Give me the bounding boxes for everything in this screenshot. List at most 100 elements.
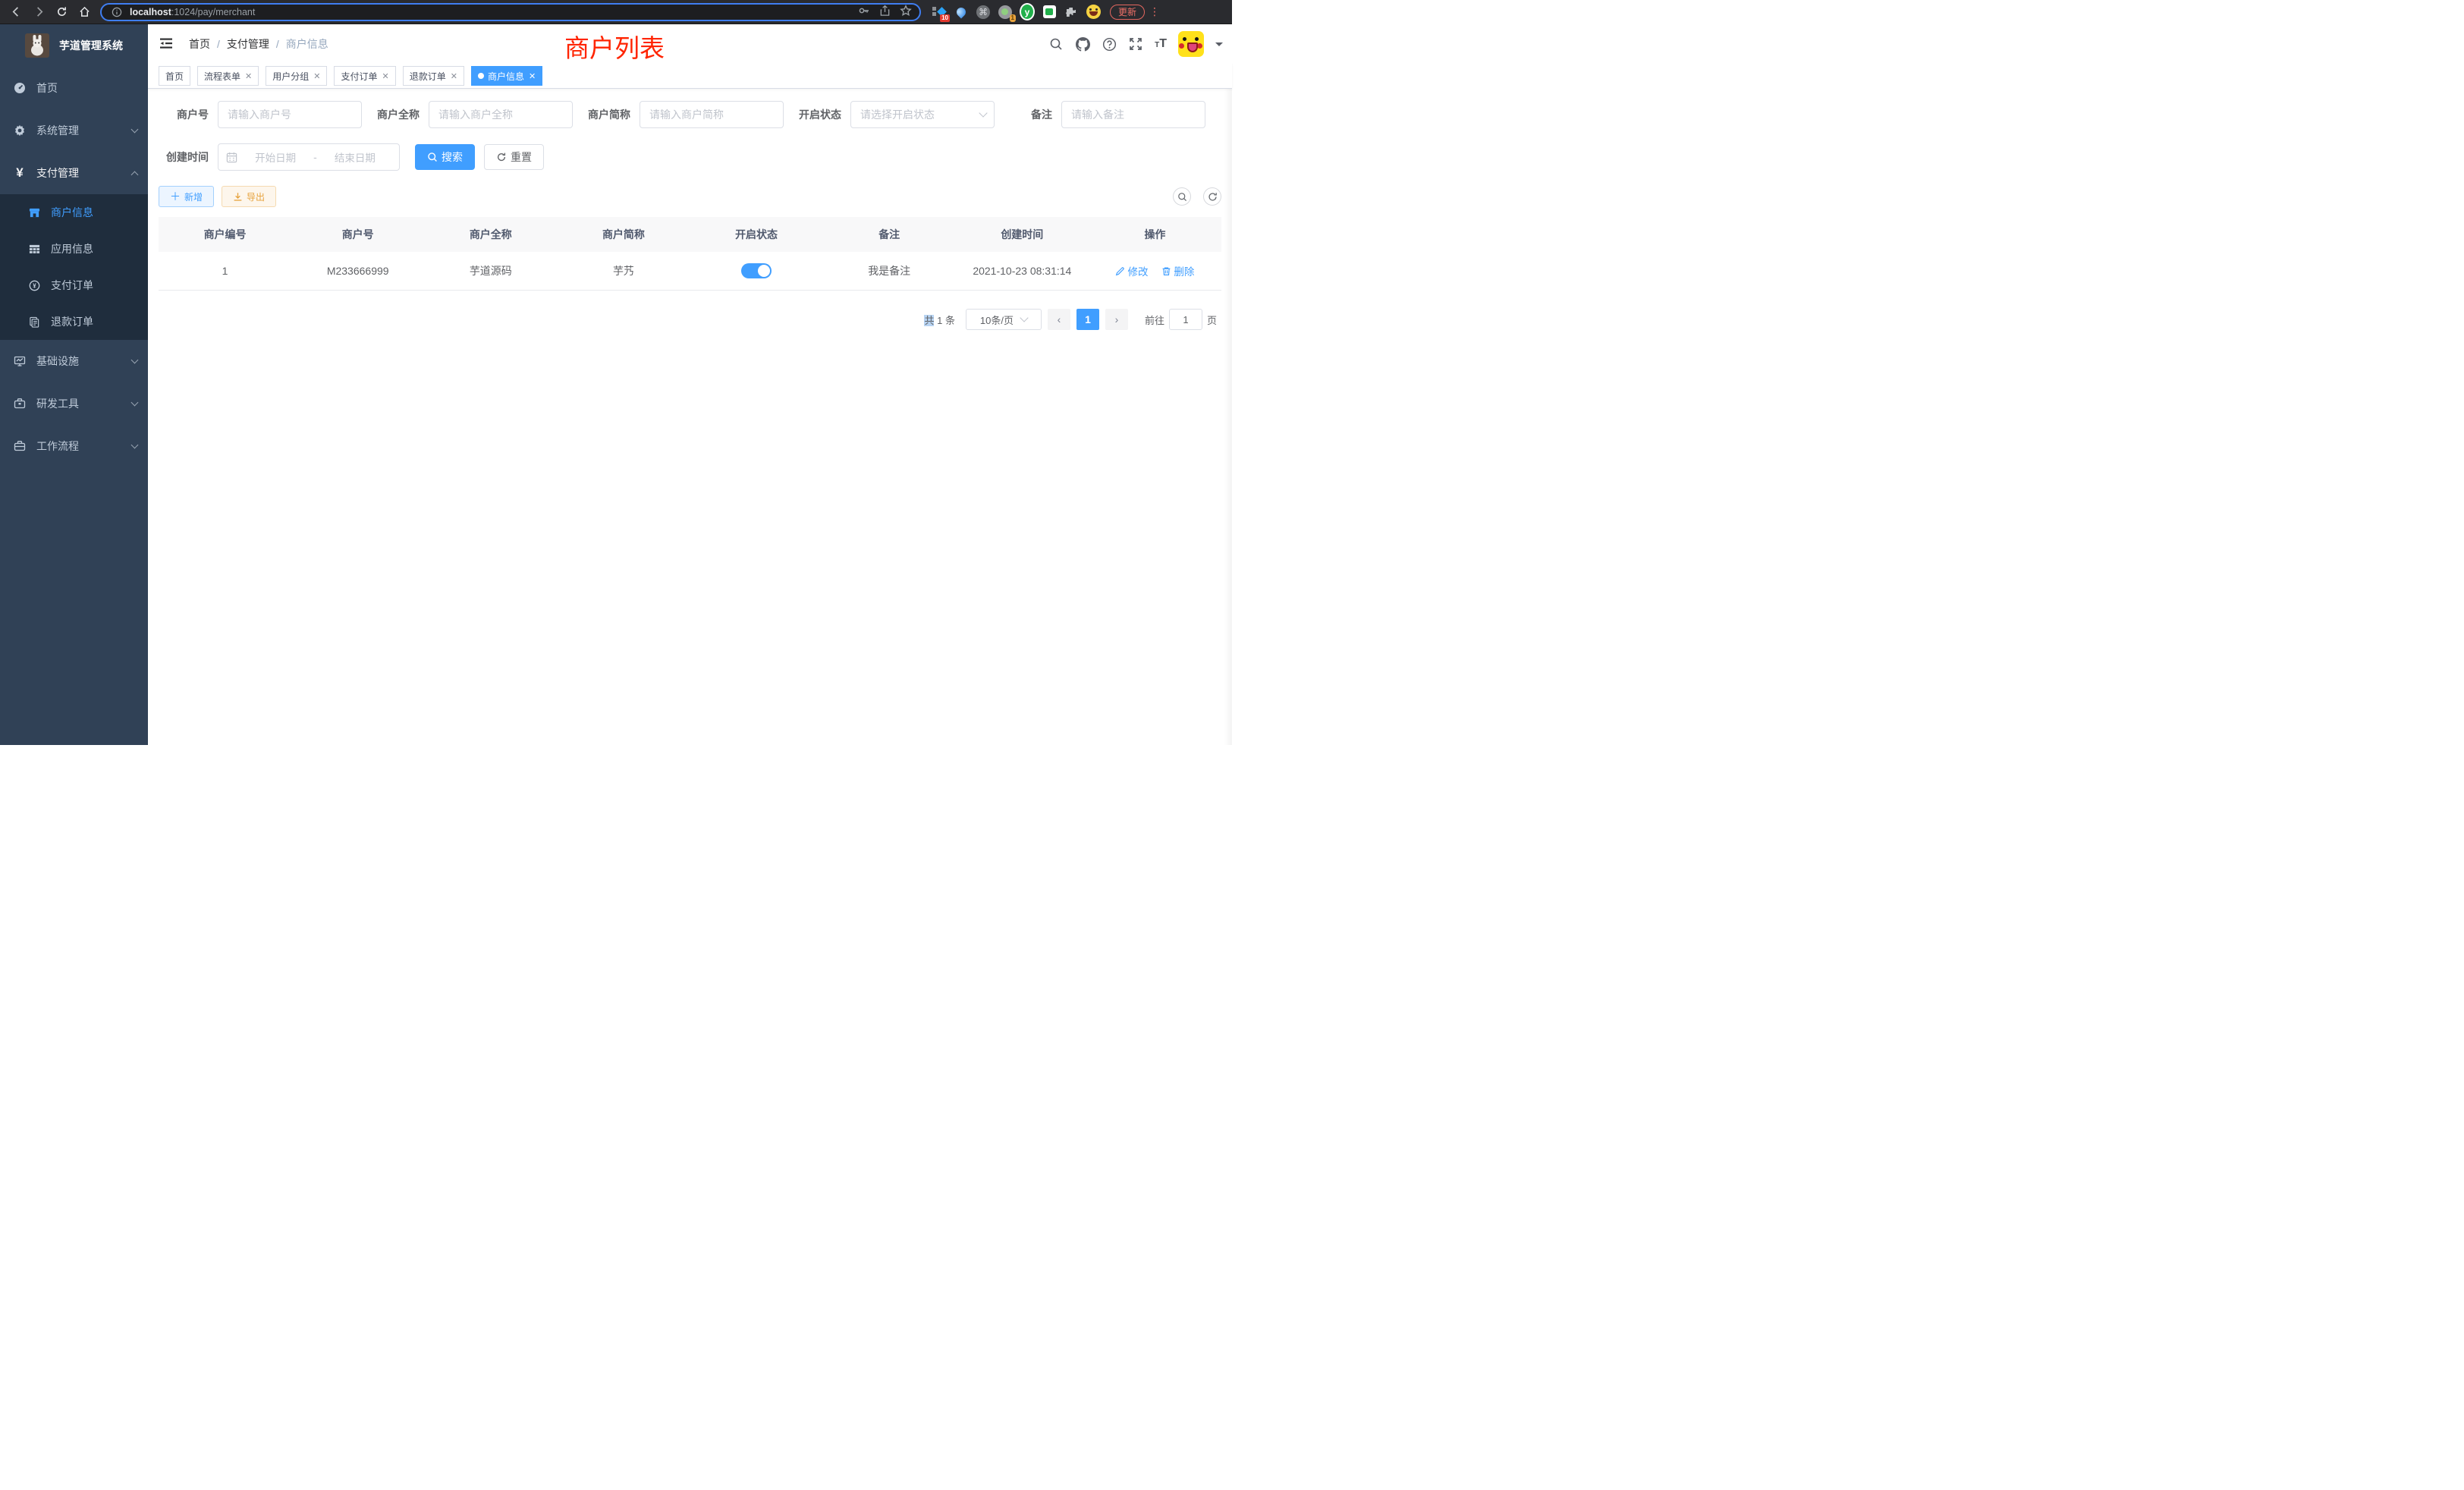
password-key-icon[interactable] <box>858 5 870 19</box>
sidebar-item-merchant-info[interactable]: 商户信息 <box>0 194 148 231</box>
tab-user-group[interactable]: 用户分组✕ <box>266 66 327 86</box>
next-page-button[interactable]: › <box>1105 309 1128 330</box>
close-icon[interactable]: ✕ <box>313 71 320 81</box>
font-size-icon[interactable]: TT <box>1155 37 1167 51</box>
prev-page-button[interactable]: ‹ <box>1048 309 1070 330</box>
sidebar-item-refund-order[interactable]: 退款订单 <box>0 303 148 340</box>
status-placeholder: 请选择开启状态 <box>860 107 980 122</box>
reset-button-label: 重置 <box>511 149 532 165</box>
breadcrumb-current: 商户信息 <box>286 36 328 52</box>
sidebar-item-app-info[interactable]: 应用信息 <box>0 231 148 267</box>
sidebar-item-workflow[interactable]: 工作流程 <box>0 425 148 467</box>
sidebar-collapse-icon[interactable] <box>156 33 177 56</box>
logo-image <box>25 33 49 58</box>
extension-proxy-icon[interactable]: 1 <box>998 5 1013 20</box>
delete-label: 删除 <box>1174 263 1194 278</box>
github-icon[interactable] <box>1075 36 1090 52</box>
briefcase-icon <box>14 440 26 452</box>
app-title: 芋道管理系统 <box>59 38 123 53</box>
filter-row-1: 商户号 商户全称 商户简称 开启状态 请选择开启状态 备注 <box>159 101 1221 128</box>
bookmark-star-icon[interactable] <box>900 5 912 19</box>
extensions-puzzle-icon[interactable] <box>1064 5 1079 20</box>
fullscreen-icon[interactable] <box>1128 36 1143 52</box>
extension-command-icon[interactable]: ⌘ <box>976 5 991 20</box>
chevron-down-icon <box>131 399 139 407</box>
date-range-picker[interactable]: 开始日期 - 结束日期 <box>218 143 400 171</box>
search-icon[interactable] <box>1048 36 1064 52</box>
delete-button[interactable]: 删除 <box>1161 263 1194 278</box>
total-value: 1 <box>934 315 944 326</box>
sidebar-item-home[interactable]: 首页 <box>0 67 148 109</box>
avatar-caret-icon[interactable] <box>1215 42 1223 50</box>
page-1-button[interactable]: 1 <box>1076 309 1099 330</box>
chrome-update-button[interactable]: 更新 <box>1110 5 1145 20</box>
forward-icon[interactable] <box>29 2 49 22</box>
home-icon[interactable] <box>74 2 94 22</box>
site-info-icon[interactable] <box>109 5 124 20</box>
export-button[interactable]: 导出 <box>222 186 276 207</box>
sidebar-item-infrastructure[interactable]: 基础设施 <box>0 340 148 382</box>
user-avatar[interactable] <box>1178 31 1204 57</box>
merchant-table: 商户编号 商户号 商户全称 商户简称 开启状态 备注 创建时间 操作 1 M23… <box>159 217 1221 291</box>
profile-avatar-icon[interactable] <box>1086 5 1101 20</box>
pencil-icon <box>1115 266 1125 276</box>
add-button-label: 新增 <box>184 190 203 203</box>
tab-process-form[interactable]: 流程表单 ✕ <box>197 66 259 86</box>
tags-bar: 首页 流程表单 ✕ 用户分组✕ 支付订单✕ 退款订单✕ 商户信息 ✕ <box>148 64 1232 89</box>
export-button-label: 导出 <box>247 190 265 203</box>
status-select[interactable]: 请选择开启状态 <box>850 101 995 128</box>
url-bar[interactable]: localhost:1024/pay/merchant <box>100 3 921 21</box>
sidebar-item-label: 应用信息 <box>51 241 93 256</box>
sidebar-item-system[interactable]: 系统管理 <box>0 109 148 152</box>
share-icon[interactable] <box>879 5 891 19</box>
reload-icon[interactable] <box>52 2 71 22</box>
close-icon[interactable]: ✕ <box>245 71 252 81</box>
toolbox-icon <box>14 398 26 410</box>
merchant-no-input[interactable] <box>218 101 362 128</box>
app-logo[interactable]: 芋道管理系统 <box>0 24 148 67</box>
breadcrumb-parent[interactable]: 支付管理 <box>227 36 269 52</box>
tab-label: 商户信息 <box>488 70 524 83</box>
extension-y-icon[interactable]: y <box>1020 5 1035 20</box>
total-prefix: 共 <box>924 315 934 326</box>
hide-search-button[interactable] <box>1173 187 1191 206</box>
close-icon[interactable]: ✕ <box>451 71 457 81</box>
page-size-select[interactable]: 10条/页 <box>966 309 1042 330</box>
extension-chat-icon[interactable] <box>1042 5 1057 20</box>
help-icon[interactable] <box>1102 36 1117 52</box>
status-toggle[interactable] <box>741 263 772 278</box>
short-name-input[interactable] <box>640 101 784 128</box>
tab-label: 流程表单 <box>204 70 240 83</box>
sidebar-item-label: 支付订单 <box>51 278 93 293</box>
add-button[interactable]: ＋ 新增 <box>159 186 214 207</box>
tab-refund-order[interactable]: 退款订单✕ <box>403 66 464 86</box>
refresh-button[interactable] <box>1203 187 1221 206</box>
sidebar-item-payment[interactable]: ¥ 支付管理 <box>0 152 148 194</box>
tab-merchant-info[interactable]: 商户信息 ✕ <box>471 66 542 86</box>
url-path: :1024/pay/merchant <box>171 7 256 17</box>
extension-pin-icon[interactable] <box>954 5 969 20</box>
goto-page-input[interactable] <box>1169 309 1202 330</box>
tab-pay-order[interactable]: 支付订单✕ <box>334 66 395 86</box>
search-button[interactable]: 搜索 <box>415 144 475 170</box>
full-name-input[interactable] <box>429 101 573 128</box>
close-icon[interactable]: ✕ <box>382 71 389 81</box>
sidebar-item-label: 支付管理 <box>36 165 79 181</box>
browser-scrollbar[interactable] <box>1224 24 1232 745</box>
shop-icon <box>29 207 40 218</box>
extension-notification-badge: 1 <box>1010 14 1016 22</box>
remark-input[interactable] <box>1061 101 1205 128</box>
extension-devtools-icon[interactable]: 10 <box>932 5 947 20</box>
close-icon[interactable]: ✕ <box>529 71 536 81</box>
search-button-label: 搜索 <box>442 149 463 165</box>
tab-home[interactable]: 首页 <box>159 66 190 86</box>
remark-label: 备注 <box>1002 107 1061 122</box>
browser-menu-icon[interactable]: ⋮ <box>1149 5 1160 18</box>
edit-button[interactable]: 修改 <box>1115 263 1148 278</box>
top-navbar: 首页 / 支付管理 / 商户信息 TT <box>148 24 1232 64</box>
breadcrumb-home[interactable]: 首页 <box>189 36 210 52</box>
sidebar-item-pay-order[interactable]: ¥ 支付订单 <box>0 267 148 303</box>
back-icon[interactable] <box>6 2 26 22</box>
sidebar-item-dev-tools[interactable]: 研发工具 <box>0 382 148 425</box>
reset-button[interactable]: 重置 <box>484 144 544 170</box>
